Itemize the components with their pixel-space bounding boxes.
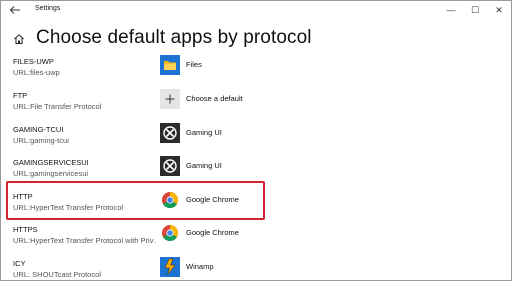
home-icon[interactable]: [13, 32, 25, 44]
xbox-icon[interactable]: [160, 156, 180, 176]
protocol-description: URL:HyperText Transfer Protocol with Pri…: [13, 236, 156, 245]
protocol-row-icy: ICY URL: SHOUTcast Protocol Winamp: [1, 257, 511, 280]
protocol-description: URL: SHOUTcast Protocol: [13, 270, 101, 279]
page-title: Choose default apps by protocol: [36, 27, 312, 48]
default-app-label[interactable]: Choose a default: [186, 94, 243, 103]
protocol-name: HTTPS: [13, 225, 38, 234]
plus-icon[interactable]: [160, 89, 180, 109]
protocol-name: GAMINGSERVICESUI: [13, 158, 89, 167]
default-app-label[interactable]: Files: [186, 60, 202, 69]
close-button[interactable]: ✕: [493, 4, 505, 16]
minimize-button[interactable]: —: [445, 4, 457, 16]
default-app-label[interactable]: Gaming UI: [186, 128, 222, 137]
protocol-row-gaming-tcui: GAMING-TCUI URL:gaming-tcui Gaming UI: [1, 123, 511, 157]
window-title: Settings: [35, 5, 61, 12]
protocol-name: FTP: [13, 91, 28, 100]
protocol-description: URL:gamingservicesui: [13, 169, 89, 178]
protocol-name: FILES-UWP: [13, 57, 54, 66]
default-app-label[interactable]: Google Chrome: [186, 228, 239, 237]
protocol-row-https: HTTPS URL:HyperText Transfer Protocol wi…: [1, 223, 511, 257]
folder-icon[interactable]: [160, 55, 180, 75]
title-bar: Settings — ☐ ✕: [1, 1, 511, 23]
protocol-description: URL:File Transfer Protocol: [13, 102, 102, 111]
xbox-icon[interactable]: [160, 123, 180, 143]
default-app-label[interactable]: Gaming UI: [186, 161, 222, 170]
protocol-row-files-uwp: FILES-UWP URL:files-uwp Files: [1, 55, 511, 89]
protocol-description: URL:files-uwp: [13, 68, 60, 77]
maximize-button[interactable]: ☐: [469, 4, 481, 16]
protocol-name: ICY: [13, 259, 26, 268]
back-arrow-icon[interactable]: [9, 4, 23, 18]
settings-window: Settings — ☐ ✕ Choose default apps by pr…: [0, 0, 512, 281]
chrome-icon[interactable]: [160, 223, 180, 243]
protocol-description: URL:gaming-tcui: [13, 136, 69, 145]
protocol-name: GAMING-TCUI: [13, 125, 64, 134]
default-app-label[interactable]: Winamp: [186, 262, 214, 271]
highlight-box: [6, 181, 265, 220]
protocol-row-ftp: FTP URL:File Transfer Protocol Choose a …: [1, 89, 511, 123]
winamp-icon[interactable]: [160, 257, 180, 277]
